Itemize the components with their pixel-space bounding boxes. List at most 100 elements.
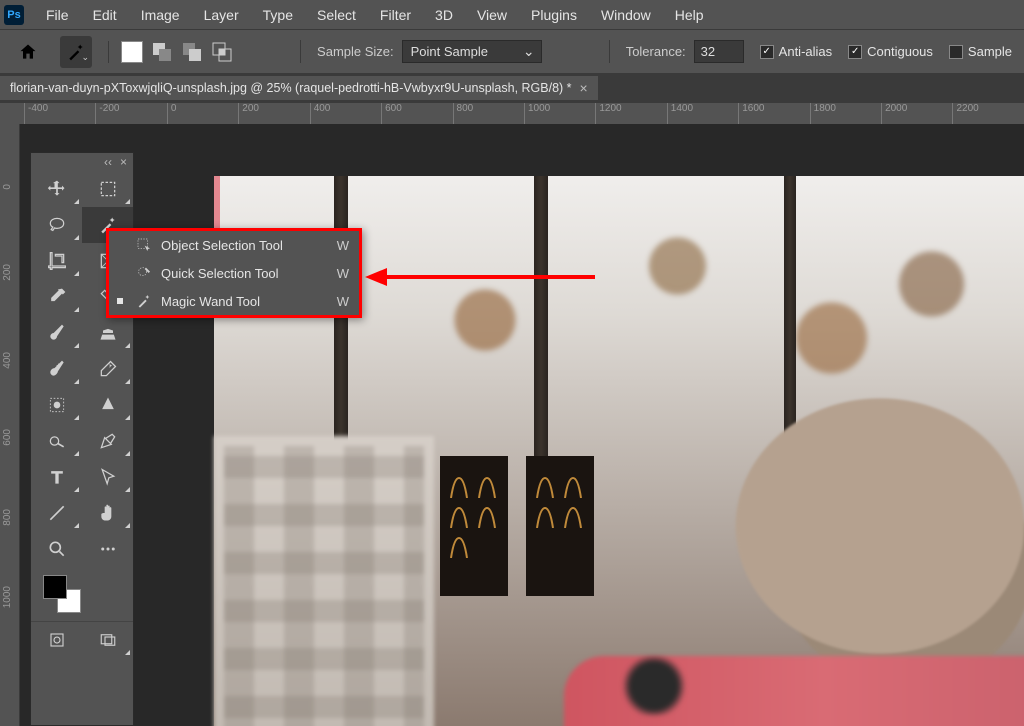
flyout-shortcut: W bbox=[337, 294, 349, 309]
pen-tool[interactable] bbox=[82, 423, 133, 459]
menu-edit[interactable]: Edit bbox=[81, 3, 129, 27]
zoom-tool[interactable] bbox=[31, 531, 82, 567]
magic-wand-icon bbox=[135, 293, 153, 309]
history-brush-tool[interactable] bbox=[31, 351, 82, 387]
ruler-tick: 600 bbox=[2, 429, 13, 446]
tolerance-input[interactable]: 32 bbox=[694, 40, 744, 63]
ruler-tick: 400 bbox=[2, 352, 13, 369]
sample-size-label: Sample Size: bbox=[317, 44, 394, 59]
ruler-tick: 600 bbox=[381, 103, 452, 124]
menu-plugins[interactable]: Plugins bbox=[519, 3, 589, 27]
object-selection-icon bbox=[135, 237, 153, 253]
quick-selection-icon bbox=[135, 265, 153, 281]
swatch-add-icon[interactable] bbox=[151, 41, 173, 63]
eraser-tool[interactable] bbox=[82, 351, 133, 387]
ruler-tick: 1800 bbox=[810, 103, 881, 124]
annotation-arrow bbox=[365, 268, 595, 286]
close-tab-icon[interactable]: × bbox=[580, 80, 588, 96]
ruler-tick: 1600 bbox=[738, 103, 809, 124]
document-tab[interactable]: florian-van-duyn-pXToxwjqliQ-unsplash.jp… bbox=[0, 76, 598, 100]
ruler-tick: 1400 bbox=[667, 103, 738, 124]
ruler-tick: 0 bbox=[2, 184, 13, 190]
crop-tool[interactable] bbox=[31, 243, 82, 279]
flyout-shortcut: W bbox=[337, 238, 349, 253]
ruler-tick: 0 bbox=[167, 103, 238, 124]
menu-3d[interactable]: 3D bbox=[423, 3, 465, 27]
top-ruler: -400 -200 0 200 400 600 800 1000 1200 14… bbox=[0, 102, 1024, 124]
marquee-tool[interactable] bbox=[82, 171, 133, 207]
gradient-tool[interactable] bbox=[31, 387, 82, 423]
move-tool[interactable] bbox=[31, 171, 82, 207]
ruler-tick: 2000 bbox=[881, 103, 952, 124]
sample-all-label: Sample bbox=[968, 44, 1012, 59]
swatch-subtract-icon[interactable] bbox=[181, 41, 203, 63]
antialias-label: Anti-alias bbox=[779, 44, 832, 59]
flyout-magic-wand[interactable]: Magic Wand Tool W bbox=[109, 287, 359, 315]
menu-type[interactable]: Type bbox=[251, 3, 305, 27]
menu-image[interactable]: Image bbox=[129, 3, 192, 27]
ruler-tick: 200 bbox=[238, 103, 309, 124]
close-panel-icon[interactable]: × bbox=[120, 155, 127, 169]
contiguous-checkbox[interactable]: Contiguous bbox=[848, 44, 933, 59]
quick-mask-icon[interactable] bbox=[31, 622, 82, 658]
ruler-tick: 1000 bbox=[524, 103, 595, 124]
menu-filter[interactable]: Filter bbox=[368, 3, 423, 27]
sample-size-select[interactable]: Point Sample bbox=[402, 40, 542, 63]
tool-flyout-menu: Object Selection Tool W Quick Selection … bbox=[106, 228, 362, 318]
active-bullet-icon bbox=[117, 298, 123, 304]
home-button[interactable] bbox=[12, 36, 44, 68]
left-ruler: 0 200 400 600 800 1000 bbox=[0, 124, 20, 726]
photoshop-logo-icon: Ps bbox=[4, 5, 24, 25]
ruler-tick: 2200 bbox=[952, 103, 1023, 124]
menu-help[interactable]: Help bbox=[663, 3, 716, 27]
flyout-object-selection[interactable]: Object Selection Tool W bbox=[109, 231, 359, 259]
line-tool[interactable] bbox=[31, 495, 82, 531]
checkbox-icon bbox=[760, 45, 774, 59]
flyout-shortcut: W bbox=[337, 266, 349, 281]
path-selection-tool[interactable] bbox=[82, 459, 133, 495]
menu-select[interactable]: Select bbox=[305, 3, 368, 27]
clone-stamp-tool[interactable] bbox=[82, 315, 133, 351]
swatch-group bbox=[108, 41, 233, 63]
antialias-checkbox[interactable]: Anti-alias bbox=[760, 44, 832, 59]
document-tab-title: florian-van-duyn-pXToxwjqliQ-unsplash.jp… bbox=[10, 81, 572, 95]
flyout-label: Quick Selection Tool bbox=[161, 266, 279, 281]
blur-tool[interactable] bbox=[82, 387, 133, 423]
lasso-tool[interactable] bbox=[31, 207, 82, 243]
menu-window[interactable]: Window bbox=[589, 3, 663, 27]
screen-mode-icon[interactable] bbox=[82, 622, 133, 658]
document-tab-bar: florian-van-duyn-pXToxwjqliQ-unsplash.jp… bbox=[0, 74, 1024, 102]
ruler-tick: 1200 bbox=[595, 103, 666, 124]
foreground-color[interactable] bbox=[43, 575, 67, 599]
flyout-quick-selection[interactable]: Quick Selection Tool W bbox=[109, 259, 359, 287]
contiguous-label: Contiguous bbox=[867, 44, 933, 59]
brush-tool[interactable] bbox=[31, 315, 82, 351]
checkbox-icon bbox=[949, 45, 963, 59]
dodge-tool[interactable] bbox=[31, 423, 82, 459]
edit-toolbar-icon[interactable] bbox=[82, 531, 133, 567]
flyout-label: Magic Wand Tool bbox=[161, 294, 260, 309]
collapse-panel-icon[interactable]: ‹‹ bbox=[104, 155, 112, 169]
ruler-tick: 200 bbox=[2, 264, 13, 281]
ruler-tick: -200 bbox=[95, 103, 166, 124]
swatch-new-selection-icon[interactable] bbox=[121, 41, 143, 63]
magic-wand-tool-icon[interactable]: ⌄ bbox=[60, 36, 92, 68]
color-swatches[interactable] bbox=[39, 573, 133, 621]
type-tool[interactable] bbox=[31, 459, 82, 495]
hand-tool[interactable] bbox=[82, 495, 133, 531]
tolerance-label: Tolerance: bbox=[626, 44, 686, 59]
ruler-tick: 800 bbox=[2, 509, 13, 526]
ruler-tick: 400 bbox=[310, 103, 381, 124]
menu-layer[interactable]: Layer bbox=[192, 3, 251, 27]
checkbox-icon bbox=[848, 45, 862, 59]
options-bar: ⌄ Sample Size: Point Sample Tolerance: 3… bbox=[0, 30, 1024, 74]
flyout-label: Object Selection Tool bbox=[161, 238, 283, 253]
ruler-tick: -400 bbox=[24, 103, 95, 124]
menu-bar: Ps File Edit Image Layer Type Select Fil… bbox=[0, 0, 1024, 30]
menu-view[interactable]: View bbox=[465, 3, 519, 27]
canvas-area[interactable] bbox=[134, 124, 1024, 726]
menu-file[interactable]: File bbox=[34, 3, 81, 27]
eyedropper-tool[interactable] bbox=[31, 279, 82, 315]
sample-all-checkbox[interactable]: Sample bbox=[949, 44, 1012, 59]
swatch-intersect-icon[interactable] bbox=[211, 41, 233, 63]
